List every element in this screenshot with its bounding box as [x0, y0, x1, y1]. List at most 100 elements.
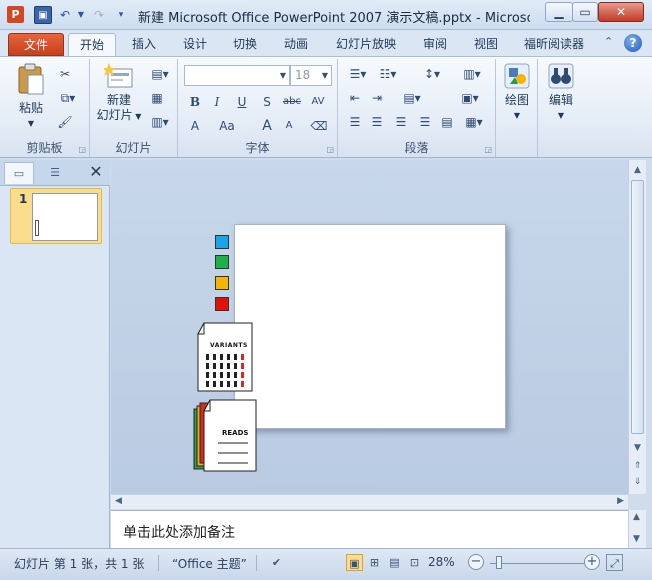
- next-slide-icon[interactable]: ⇓: [630, 474, 645, 490]
- font-name-combo[interactable]: ▼: [184, 65, 290, 86]
- tab-foxit-reader[interactable]: 福昕阅读器: [514, 33, 594, 56]
- shrink-font-button[interactable]: A: [280, 117, 298, 135]
- tab-slideshow[interactable]: 幻灯片放映: [326, 33, 406, 56]
- maximize-button[interactable]: ▭: [572, 2, 598, 22]
- tab-review[interactable]: 审阅: [413, 33, 457, 56]
- justify-icon[interactable]: ☰: [416, 113, 434, 131]
- notes-placeholder[interactable]: 单击此处添加备注: [123, 522, 235, 542]
- zoom-out-icon[interactable]: −: [468, 554, 484, 570]
- color-square-green[interactable]: [215, 255, 229, 269]
- scroll-right-icon[interactable]: ▶: [617, 496, 624, 506]
- zoom-in-icon[interactable]: +: [584, 554, 600, 570]
- tab-file[interactable]: 文件: [8, 33, 64, 56]
- help-icon[interactable]: ?: [624, 34, 642, 52]
- customize-qat-icon[interactable]: ▾: [112, 6, 130, 24]
- new-slide-button[interactable]: 新建 幻灯片 ▼: [94, 63, 144, 133]
- strikethrough-button[interactable]: abc: [280, 93, 304, 111]
- powerpoint-icon[interactable]: P: [7, 6, 24, 23]
- columns-icon[interactable]: ▥▾: [460, 65, 484, 83]
- scroll-down-icon[interactable]: ▼: [633, 534, 640, 544]
- font-size-combo[interactable]: 18 ▼: [290, 65, 332, 86]
- tab-animations[interactable]: 动画: [274, 33, 318, 56]
- tab-design[interactable]: 设计: [173, 33, 217, 56]
- align-left-icon[interactable]: ☰: [346, 113, 364, 131]
- smartart-icon[interactable]: ▦▾: [462, 113, 486, 131]
- new-slide-label-line2: 幻灯片 ▼: [96, 108, 142, 122]
- scroll-thumb[interactable]: [631, 180, 644, 434]
- slides-tab-icon[interactable]: ▭: [4, 162, 34, 184]
- numbering-icon[interactable]: ☷▾: [376, 65, 400, 83]
- variants-grid-cell: [241, 363, 244, 369]
- cut-icon[interactable]: ✂: [56, 65, 74, 83]
- notes-pane[interactable]: 单击此处添加备注: [111, 510, 628, 548]
- bold-button[interactable]: B: [186, 93, 204, 111]
- section-icon[interactable]: ▥▾: [148, 113, 172, 131]
- tab-view[interactable]: 视图: [464, 33, 508, 56]
- dialog-launcher-icon[interactable]: ◲: [326, 145, 334, 154]
- grow-font-button[interactable]: A: [258, 117, 276, 135]
- variants-document-icon[interactable]: [196, 322, 254, 392]
- font-color-button[interactable]: A: [186, 117, 204, 135]
- scroll-down-icon[interactable]: ▼: [630, 440, 645, 456]
- italic-button[interactable]: I: [208, 93, 226, 111]
- normal-view-icon[interactable]: ▣: [346, 554, 363, 571]
- spelling-check-icon[interactable]: ✔: [268, 554, 285, 571]
- editing-button[interactable]: 编辑 ▼: [544, 63, 578, 133]
- align-center-icon[interactable]: ☰: [368, 113, 386, 131]
- shapes-icon: [504, 63, 530, 89]
- tab-home[interactable]: 开始: [68, 33, 116, 56]
- outline-tab-icon[interactable]: ☰: [40, 162, 70, 184]
- fit-to-window-icon[interactable]: ⤢: [606, 554, 623, 571]
- reading-view-icon[interactable]: ▤: [386, 554, 403, 571]
- line-spacing-icon[interactable]: ↕▾: [420, 65, 444, 83]
- chevron-down-icon[interactable]: ▼: [72, 6, 90, 24]
- copy-icon[interactable]: ⧉▾: [56, 89, 80, 107]
- slide-canvas[interactable]: [234, 224, 506, 429]
- text-direction-icon[interactable]: ▤▾: [400, 89, 424, 107]
- color-square-yellow[interactable]: [215, 276, 229, 290]
- paste-button[interactable]: 粘贴 ▼: [10, 63, 52, 129]
- drawing-label: 绘图: [504, 93, 529, 107]
- theme-name[interactable]: “Office 主题”: [172, 555, 247, 572]
- drawing-button[interactable]: 绘图 ▼: [500, 63, 534, 133]
- shadow-button[interactable]: S: [258, 93, 276, 111]
- horizontal-scrollbar[interactable]: ◀ ▶: [111, 494, 628, 509]
- vertical-scrollbar[interactable]: ▲ ▼ ⇑ ⇓: [628, 160, 646, 494]
- distributed-icon[interactable]: ▤: [438, 113, 456, 131]
- color-square-blue[interactable]: [215, 235, 229, 249]
- underline-button[interactable]: U: [233, 93, 251, 111]
- dialog-launcher-icon[interactable]: ◲: [78, 145, 86, 154]
- scroll-up-icon[interactable]: ▲: [633, 512, 640, 522]
- color-square-red[interactable]: [215, 297, 229, 311]
- bullets-icon[interactable]: ☰▾: [346, 65, 370, 83]
- increase-indent-icon[interactable]: ⇥: [368, 89, 386, 107]
- minimize-ribbon-icon[interactable]: ⌃: [604, 35, 613, 48]
- dialog-launcher-icon[interactable]: ◲: [484, 145, 492, 154]
- slideshow-view-icon[interactable]: ⊡: [406, 554, 423, 571]
- tab-transitions[interactable]: 切换: [223, 33, 267, 56]
- zoom-level[interactable]: 28%: [428, 555, 455, 569]
- scroll-up-icon[interactable]: ▲: [630, 162, 645, 178]
- reset-icon[interactable]: ▦: [148, 89, 166, 107]
- align-right-icon[interactable]: ☰: [392, 113, 410, 131]
- slide-thumbnail-1[interactable]: 1: [10, 188, 102, 244]
- previous-slide-icon[interactable]: ⇑: [630, 458, 645, 474]
- decrease-indent-icon[interactable]: ⇤: [346, 89, 364, 107]
- scroll-left-icon[interactable]: ◀: [115, 496, 122, 506]
- close-button[interactable]: ✕: [598, 2, 644, 22]
- clear-formatting-icon[interactable]: ⌫: [310, 117, 328, 135]
- tab-insert[interactable]: 插入: [122, 33, 166, 56]
- zoom-slider-thumb[interactable]: [496, 556, 502, 569]
- change-case-button[interactable]: Aa: [216, 117, 238, 135]
- minimize-button[interactable]: ▁: [545, 2, 573, 22]
- align-text-icon[interactable]: ▣▾: [458, 89, 482, 107]
- layout-icon[interactable]: ▤▾: [148, 65, 172, 83]
- format-painter-icon[interactable]: 🖌: [56, 113, 74, 131]
- zoom-slider-track[interactable]: [490, 563, 584, 564]
- notes-scrollbar[interactable]: ▲ ▼: [628, 510, 646, 548]
- redo-icon[interactable]: ↷: [90, 6, 108, 24]
- character-spacing-button[interactable]: AV: [306, 93, 330, 111]
- close-icon[interactable]: ✕: [86, 162, 106, 182]
- slide-sorter-icon[interactable]: ⊞: [366, 554, 383, 571]
- save-icon[interactable]: ▣: [34, 6, 52, 24]
